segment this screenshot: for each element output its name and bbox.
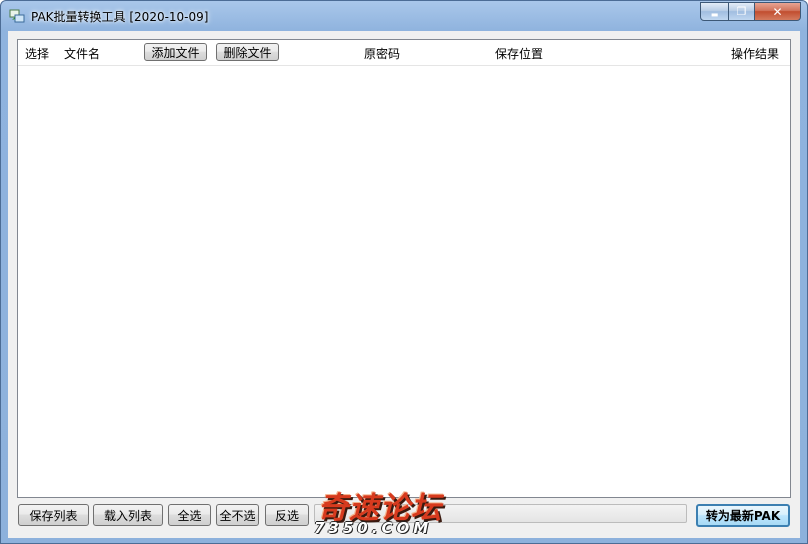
select-all-button[interactable]: 全选: [168, 504, 211, 526]
minimize-button[interactable]: ▬: [700, 2, 729, 21]
column-filename[interactable]: 文件名: [64, 45, 100, 62]
title-bar[interactable]: PAK批量转换工具 [2020-10-09] ▬ ❐ ✕: [1, 1, 807, 31]
maximize-button[interactable]: ❐: [728, 2, 755, 21]
column-result[interactable]: 操作结果: [731, 45, 779, 62]
client-area: 选择 文件名 添加文件 删除文件 原密码 保存位置 操作结果 保存列表 载入列表…: [8, 31, 800, 538]
select-none-button[interactable]: 全不选: [216, 504, 259, 526]
column-select[interactable]: 选择: [25, 45, 49, 62]
app-window: PAK批量转换工具 [2020-10-09] ▬ ❐ ✕ 选择 文件名 添加文件…: [0, 0, 808, 544]
minimize-icon: ▬: [710, 10, 719, 19]
add-file-button[interactable]: 添加文件: [144, 43, 207, 61]
file-list[interactable]: 选择 文件名 添加文件 删除文件 原密码 保存位置 操作结果: [17, 39, 791, 498]
window-title: PAK批量转换工具 [2020-10-09]: [31, 10, 209, 24]
progress-bar: [314, 504, 687, 523]
list-header: 选择 文件名 添加文件 删除文件 原密码 保存位置 操作结果: [18, 40, 790, 66]
save-list-button[interactable]: 保存列表: [18, 504, 89, 526]
convert-button[interactable]: 转为最新PAK: [696, 504, 790, 527]
delete-file-button[interactable]: 删除文件: [216, 43, 279, 61]
column-save-location[interactable]: 保存位置: [495, 45, 543, 62]
close-button[interactable]: ✕: [754, 2, 801, 21]
invert-selection-button[interactable]: 反选: [265, 504, 309, 526]
close-icon: ✕: [772, 4, 783, 19]
load-list-button[interactable]: 载入列表: [93, 504, 163, 526]
app-icon: [9, 9, 25, 23]
column-original-password[interactable]: 原密码: [364, 45, 400, 62]
maximize-icon: ❐: [736, 5, 747, 18]
